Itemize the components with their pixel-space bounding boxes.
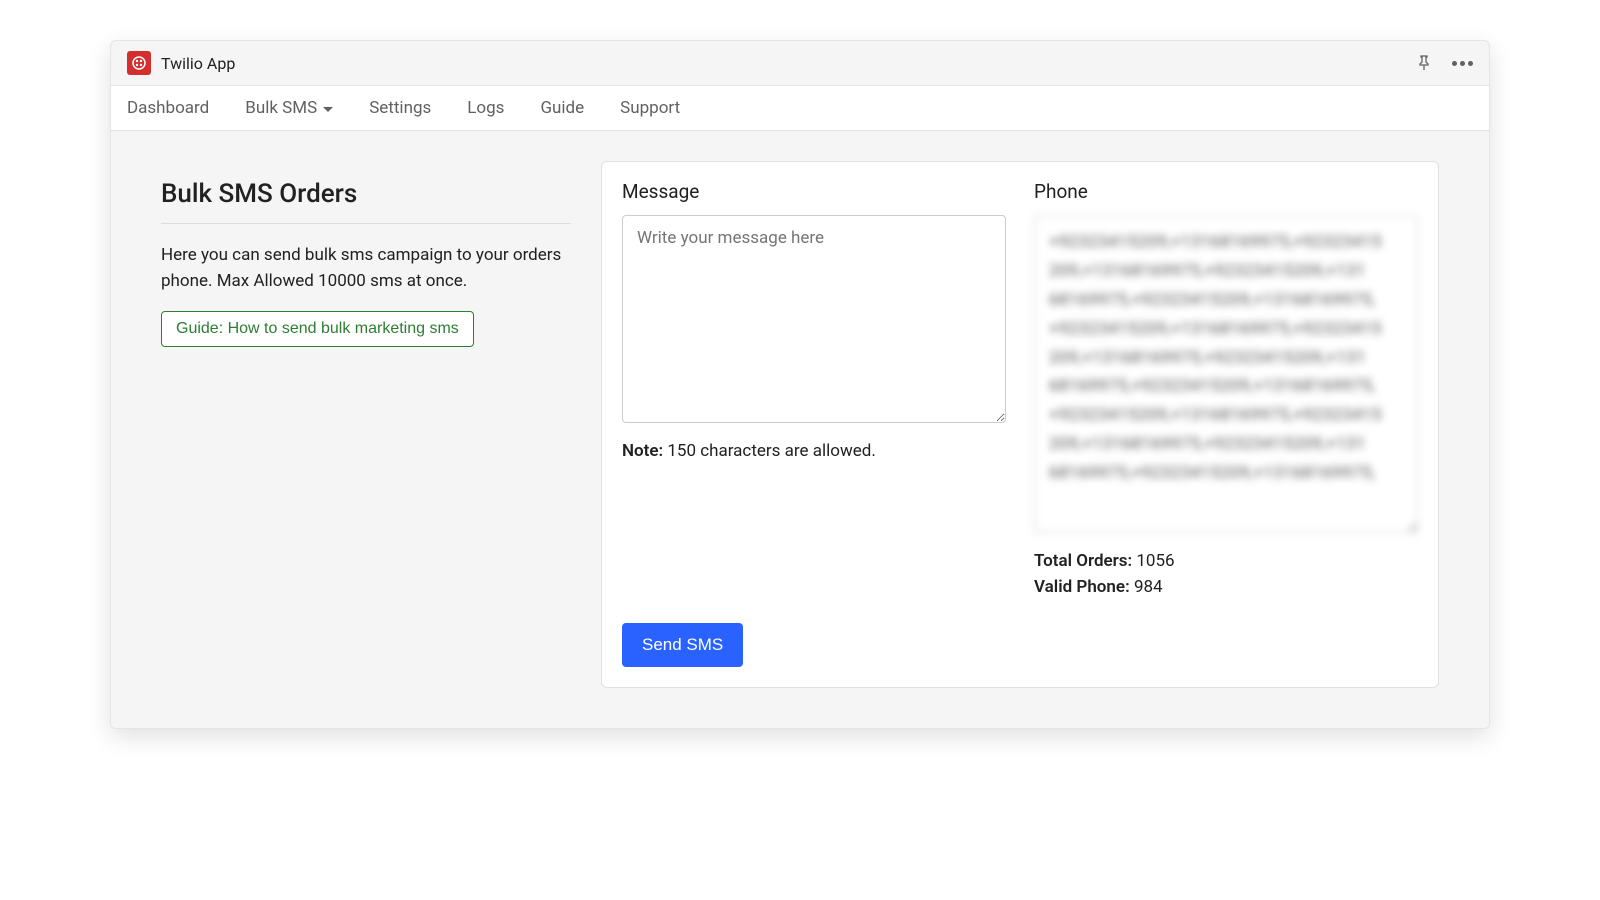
- nav-item-label: Guide: [540, 98, 584, 118]
- app-logo-icon: [127, 51, 151, 75]
- message-note: Note: 150 characters are allowed.: [622, 441, 1006, 461]
- note-text: 150 characters are allowed.: [663, 441, 876, 461]
- nav-logs[interactable]: Logs: [467, 86, 504, 130]
- nav-item-label: Bulk SMS: [245, 98, 317, 118]
- phone-stats: Total Orders: 1056 Valid Phone: 984: [1034, 551, 1418, 603]
- app-header: Twilio App: [111, 41, 1489, 86]
- pin-icon[interactable]: [1416, 55, 1432, 71]
- total-orders-value: 1056: [1136, 551, 1174, 571]
- valid-phone-label: Valid Phone:: [1034, 577, 1130, 597]
- guide-link-button[interactable]: Guide: How to send bulk marketing sms: [161, 311, 474, 347]
- app-panel: Twilio App Dashboard Bulk SMS Settings L…: [110, 40, 1490, 729]
- nav-item-label: Dashboard: [127, 98, 209, 118]
- form-row: Message Note: 150 characters are allowed…: [622, 180, 1418, 603]
- form-card: Message Note: 150 characters are allowed…: [601, 161, 1439, 688]
- nav-support[interactable]: Support: [620, 86, 680, 130]
- valid-phone-stat: Valid Phone: 984: [1034, 577, 1418, 597]
- valid-phone-value: 984: [1134, 577, 1163, 597]
- message-label: Message: [622, 180, 1006, 203]
- phone-column: Phone Total Orders: 1056 Valid Phone: 98…: [1034, 180, 1418, 603]
- caret-down-icon: [323, 107, 333, 112]
- more-menu-icon[interactable]: [1452, 61, 1473, 66]
- phone-label: Phone: [1034, 180, 1418, 203]
- message-column: Message Note: 150 characters are allowed…: [622, 180, 1006, 603]
- nav-bulk-sms[interactable]: Bulk SMS: [245, 86, 333, 130]
- nav-dashboard[interactable]: Dashboard: [127, 86, 209, 130]
- message-textarea[interactable]: [622, 215, 1006, 423]
- header-right: [1416, 55, 1473, 71]
- nav-guide[interactable]: Guide: [540, 86, 584, 130]
- page-description: Here you can send bulk sms campaign to y…: [161, 242, 571, 295]
- nav-item-label: Logs: [467, 98, 504, 118]
- total-orders-label: Total Orders:: [1034, 551, 1132, 571]
- total-orders-stat: Total Orders: 1056: [1034, 551, 1418, 571]
- title-divider: [161, 223, 571, 224]
- note-prefix: Note:: [622, 441, 663, 461]
- header-left: Twilio App: [127, 51, 235, 75]
- navbar: Dashboard Bulk SMS Settings Logs Guide S…: [111, 86, 1489, 131]
- nav-settings[interactable]: Settings: [369, 86, 431, 130]
- page-title: Bulk SMS Orders: [161, 179, 571, 209]
- nav-item-label: Support: [620, 98, 680, 118]
- phone-textarea[interactable]: [1034, 215, 1418, 533]
- page-sidebar: Bulk SMS Orders Here you can send bulk s…: [161, 161, 571, 347]
- content-area: Bulk SMS Orders Here you can send bulk s…: [111, 131, 1489, 728]
- send-sms-button[interactable]: Send SMS: [622, 623, 743, 667]
- nav-item-label: Settings: [369, 98, 431, 118]
- app-title: Twilio App: [161, 54, 235, 73]
